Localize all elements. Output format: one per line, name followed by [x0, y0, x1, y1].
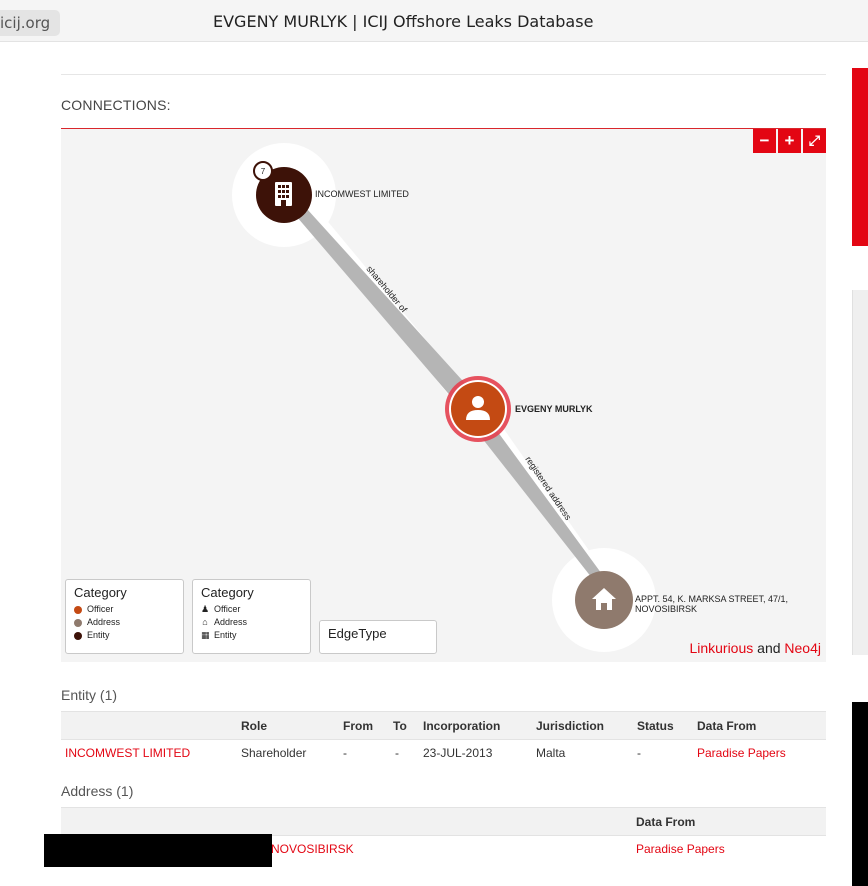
legend-color-title: Category — [74, 585, 127, 600]
zoom-out-button[interactable]: − — [753, 129, 776, 153]
entity-from: - — [343, 746, 347, 760]
entity-to: - — [395, 746, 399, 760]
address-dot-icon — [74, 618, 82, 627]
graph-credits: Linkurious and Neo4j — [689, 640, 821, 656]
col-from: From — [343, 719, 373, 733]
entity-badge-count: 7 — [261, 167, 266, 176]
entity-status: - — [637, 746, 641, 760]
address-link[interactable]: NOVOSIBIRSK — [271, 842, 354, 856]
zoom-controls: − + ⤢ — [753, 129, 826, 153]
legend-entity: Entity — [74, 629, 175, 642]
table-row: INCOMWEST LIMITED Shareholder - - 23-JUL… — [61, 739, 826, 768]
entity-node-label: INCOMWEST LIMITED — [315, 189, 409, 199]
entity-incorporation: 23-JUL-2013 — [423, 746, 493, 760]
entity-name-link[interactable]: INCOMWEST LIMITED — [65, 746, 190, 760]
officer-node[interactable] — [445, 376, 511, 442]
legend-color: Category Officer Address Entity — [65, 579, 184, 654]
legend-edge-type: EdgeType — [319, 620, 437, 654]
entity-table-header: Role From To Incorporation Jurisdiction … — [61, 711, 826, 740]
entity-dot-icon — [74, 631, 82, 640]
connections-heading: CONNECTIONS: — [61, 97, 171, 113]
edge-shareholder[interactable] — [297, 209, 481, 413]
col-jurisdiction: Jurisdiction — [536, 719, 605, 733]
address-label-line1: APPT. 54, K. MARKSA STREET, 47/1, — [635, 594, 789, 604]
linkurious-link[interactable]: Linkurious — [689, 640, 753, 656]
col-address-data-from: Data From — [636, 815, 696, 829]
col-data-from: Data From — [697, 719, 757, 733]
address-node[interactable] — [575, 571, 633, 629]
legend-icon-title: Category — [201, 585, 254, 600]
address-section-title: Address (1) — [61, 783, 134, 799]
legend-icon-entity: ▦ Entity — [201, 630, 237, 640]
house-icon: ⌂ — [202, 617, 208, 627]
entity-jurisdiction: Malta — [536, 746, 566, 760]
entity-data-from-link[interactable]: Paradise Papers — [697, 746, 786, 760]
address-node-label: APPT. 54, K. MARKSA STREET, 47/1, NOVOSI… — [635, 594, 788, 614]
legend-edge-title: EdgeType — [328, 626, 387, 641]
col-status: Status — [637, 719, 674, 733]
address-table-header: Data From — [61, 807, 826, 836]
officer-node-label: EVGENY MURLYK — [515, 404, 593, 414]
address-data-from-link[interactable]: Paradise Papers — [636, 842, 725, 856]
connections-graph[interactable]: shareholder of registered address 7 − + … — [61, 129, 826, 662]
person-icon: ♟ — [201, 604, 210, 614]
page-title: EVGENY MURLYK | ICIJ Offshore Leaks Data… — [213, 12, 594, 31]
entity-role: Shareholder — [241, 746, 307, 760]
legend-address: Address — [74, 616, 175, 629]
side-banner-black[interactable] — [852, 702, 868, 886]
zoom-in-button[interactable]: + — [778, 129, 801, 153]
entity-section-title: Entity (1) — [61, 687, 118, 703]
legend-icon-officer: ♟ Officer — [201, 604, 241, 614]
side-panel-gray — [852, 290, 868, 655]
credits-and: and — [753, 640, 785, 656]
officer-dot-icon — [74, 605, 82, 614]
neo4j-link[interactable]: Neo4j — [784, 640, 821, 656]
legend-officer: Officer — [74, 603, 175, 616]
divider — [61, 74, 826, 75]
address-label-line2: NOVOSIBIRSK — [635, 604, 698, 614]
col-role: Role — [241, 719, 268, 733]
redaction-box — [44, 834, 272, 867]
domain-pill[interactable]: icij.org — [0, 10, 61, 36]
fullscreen-button[interactable]: ⤢ — [803, 129, 826, 153]
side-banner-red[interactable] — [852, 68, 868, 246]
col-to: To — [393, 719, 407, 733]
col-incorporation: Incorporation — [423, 719, 501, 733]
browser-bar: icij.org EVGENY MURLYK | ICIJ Offshore L… — [0, 0, 868, 42]
building-icon: ▦ — [201, 630, 210, 640]
legend-icon: Category ♟ Officer ⌂ Address ▦ Entity — [192, 579, 311, 654]
legend-icon-address: ⌂ Address — [202, 617, 248, 627]
